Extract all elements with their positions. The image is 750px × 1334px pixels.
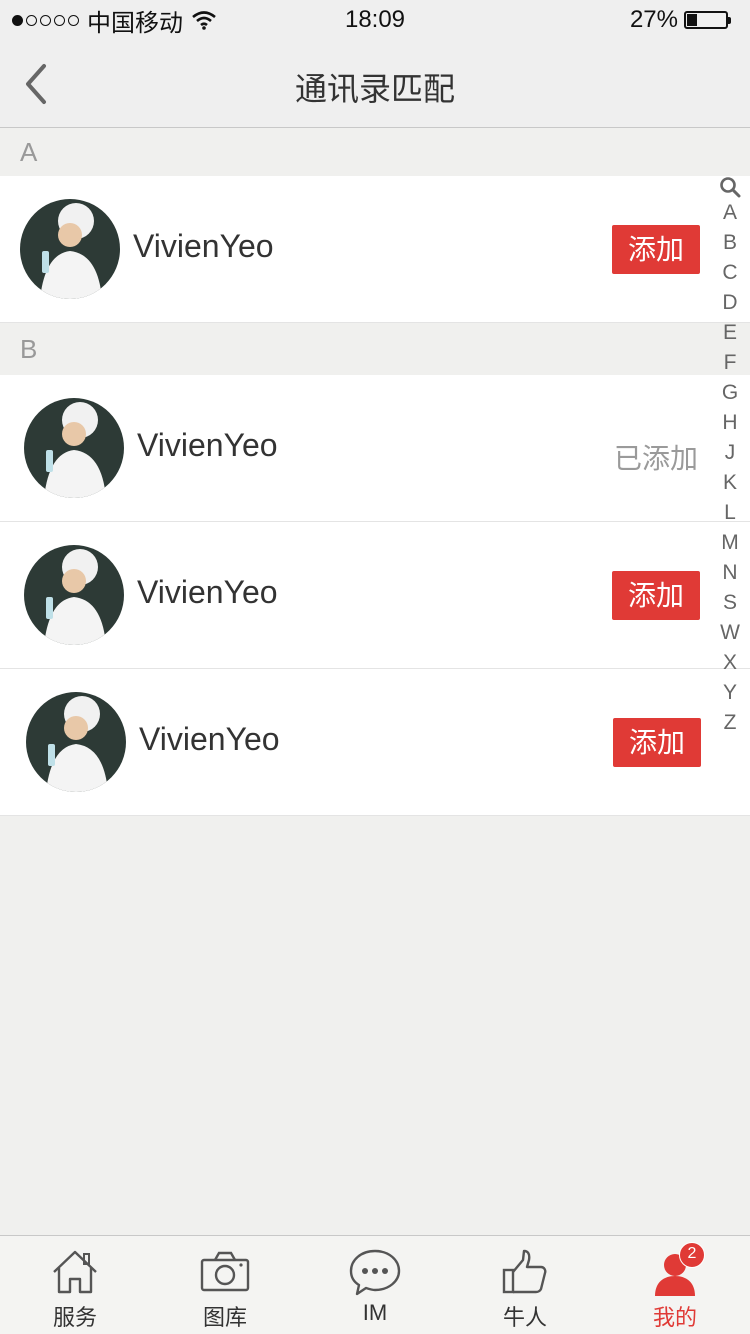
tab-mine[interactable]: 2 我的 (600, 1236, 750, 1334)
battery-percent: 27% (629, 6, 678, 33)
contact-list: A VivienYeo 添加 B VivienYeo 已添加 VivienYeo… (0, 128, 750, 816)
index-letter[interactable]: L (718, 498, 742, 528)
index-letter[interactable]: H (718, 408, 742, 438)
index-letter[interactable]: Y (718, 678, 742, 708)
contact-name: VivienYeo (137, 574, 278, 610)
index-letter[interactable]: C (718, 258, 742, 288)
tab-label: 牛人 (502, 1305, 547, 1330)
tab-label: 图库 (202, 1305, 247, 1330)
contact-name: VivienYeo (137, 427, 278, 463)
thumbs-up-icon (502, 1249, 547, 1294)
add-contact-button[interactable]: 添加 (613, 718, 701, 767)
index-letter[interactable]: A (718, 198, 742, 228)
tab-label: 我的 (652, 1305, 697, 1330)
contact-row[interactable]: VivienYeo 已添加 (0, 375, 750, 522)
avatar (26, 692, 126, 792)
index-letter[interactable]: Z (718, 708, 742, 738)
avatar (24, 398, 124, 498)
tab-bar: 服务 图库 IM 牛人 2 我的 (0, 1235, 750, 1334)
tab-service[interactable]: 服务 (0, 1236, 150, 1334)
index-letter[interactable]: D (718, 288, 742, 318)
chat-icon (349, 1249, 401, 1296)
contact-row[interactable]: VivienYeo 添加 (0, 669, 750, 816)
index-letter[interactable]: S (718, 588, 742, 618)
home-icon (53, 1250, 97, 1294)
index-letter[interactable]: W (718, 618, 742, 648)
index-letter[interactable]: M (718, 528, 742, 558)
index-letter[interactable]: G (718, 378, 742, 408)
index-letter[interactable]: N (718, 558, 742, 588)
index-letter[interactable]: E (718, 318, 742, 348)
index-letter[interactable]: B (718, 228, 742, 258)
index-letter[interactable]: K (718, 468, 742, 498)
contact-name: VivienYeo (139, 721, 280, 757)
search-icon[interactable] (719, 176, 741, 198)
battery-info: 27% (629, 6, 731, 34)
page-title: 通讯录匹配 (294, 71, 455, 107)
added-status-label: 已添加 (613, 443, 698, 474)
avatar (24, 545, 124, 645)
tab-gallery[interactable]: 图库 (150, 1236, 300, 1334)
contact-row[interactable]: VivienYeo 添加 (0, 176, 750, 323)
add-contact-button[interactable]: 添加 (612, 571, 700, 620)
status-bar: 中国移动 18:09 27% (0, 0, 750, 40)
contact-row[interactable]: VivienYeo 添加 (0, 522, 750, 669)
alphabet-index-bar[interactable]: A B C D E F G H J K L M N S W X Y Z (718, 176, 742, 738)
notification-badge: 2 (679, 1242, 705, 1268)
tab-im[interactable]: IM (300, 1236, 450, 1334)
section-header-b: B (0, 323, 750, 375)
avatar (20, 199, 120, 299)
tab-label: IM (362, 1300, 388, 1325)
battery-icon (684, 11, 731, 29)
add-contact-button[interactable]: 添加 (612, 225, 700, 274)
section-header-a: A (0, 128, 750, 176)
index-letter[interactable]: F (718, 348, 742, 378)
index-letter[interactable]: X (718, 648, 742, 678)
tab-label: 服务 (52, 1305, 97, 1330)
nav-bar: 通讯录匹配 (0, 40, 750, 128)
contact-name: VivienYeo (133, 228, 274, 264)
index-letter[interactable]: J (718, 438, 742, 468)
camera-icon (200, 1251, 250, 1292)
tab-experts[interactable]: 牛人 (450, 1236, 600, 1334)
